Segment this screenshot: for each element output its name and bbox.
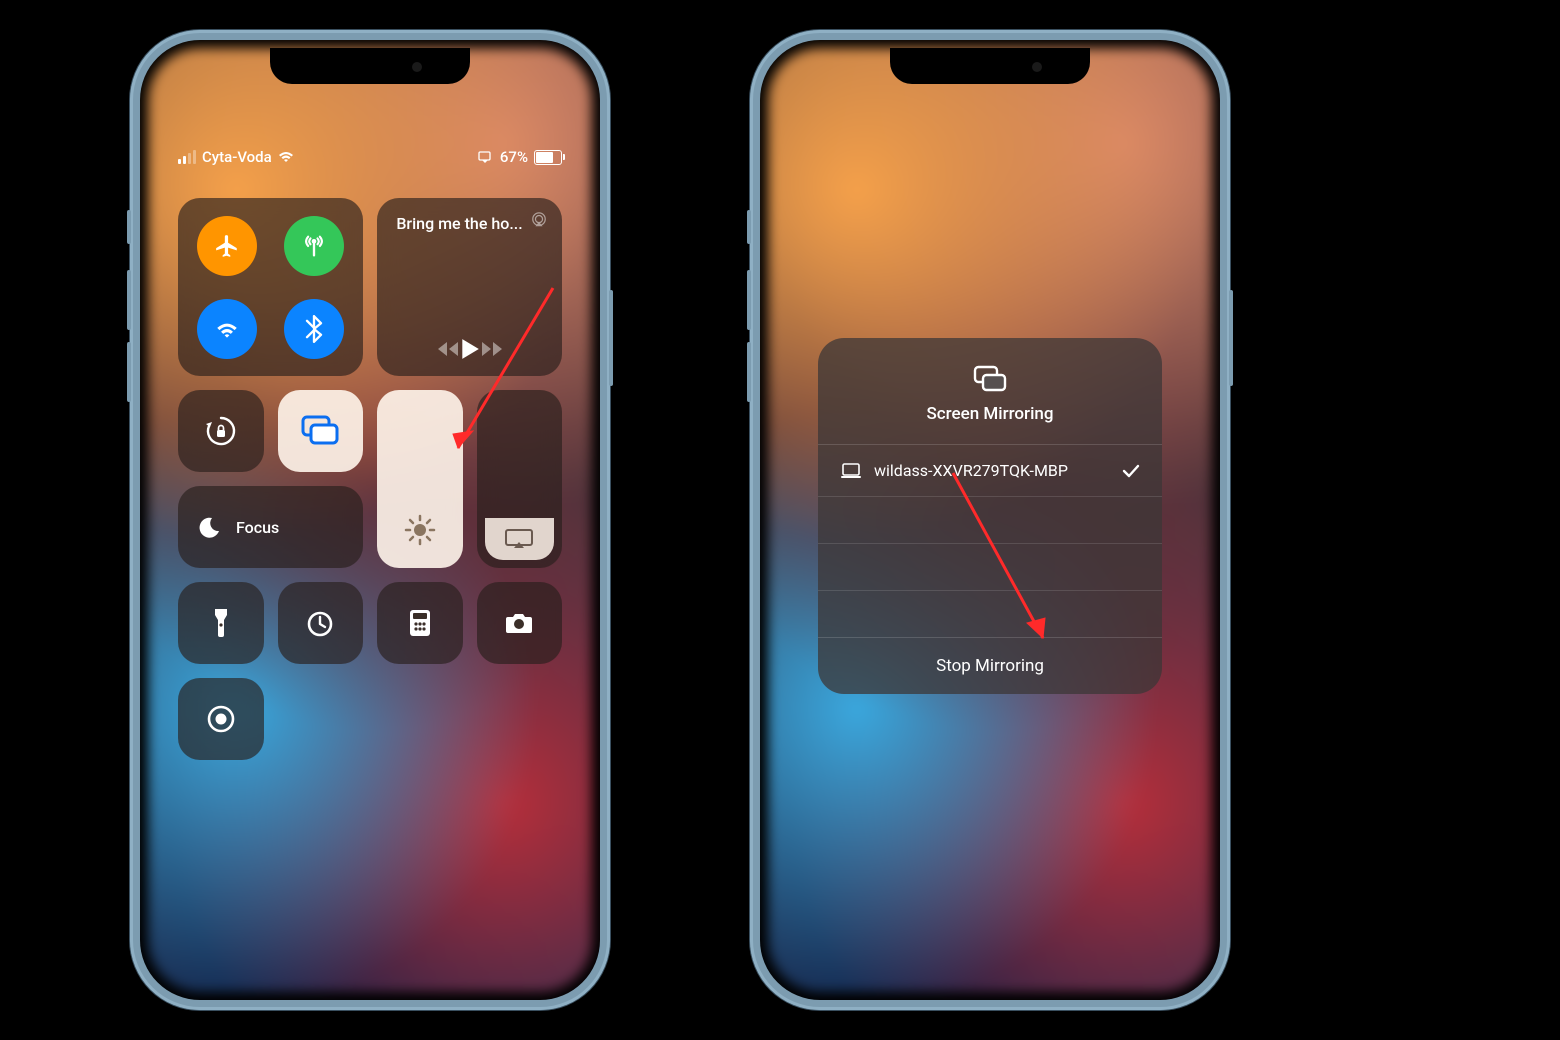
power-button xyxy=(609,290,613,386)
lock-rotation-icon xyxy=(204,414,238,448)
volume-up xyxy=(747,270,751,330)
screen-mirror-status-icon xyxy=(478,151,494,163)
play-button[interactable] xyxy=(460,338,480,360)
media-tile[interactable]: Bring me the ho... xyxy=(377,198,562,376)
battery-pct: 67% xyxy=(500,148,528,166)
mirror-device-row[interactable]: wildass-XXVR279TQK-MBP xyxy=(818,444,1162,496)
screen-mirroring-tile[interactable] xyxy=(278,390,364,472)
camera-icon xyxy=(504,611,534,635)
calculator-icon xyxy=(408,608,432,638)
mirror-empty-row xyxy=(818,496,1162,543)
airplay-icon xyxy=(530,212,548,228)
airplay-video-icon xyxy=(504,528,534,550)
timer-icon xyxy=(305,608,335,638)
volume-down xyxy=(747,342,751,402)
mirror-empty-row xyxy=(818,590,1162,637)
screen-mirroring-panel: Screen Mirroring wildass-XXVR279TQK-MBP … xyxy=(818,338,1162,694)
brightness-slider[interactable] xyxy=(377,390,463,568)
battery-icon xyxy=(534,150,562,165)
timer-tile[interactable] xyxy=(278,582,364,664)
cellular-toggle[interactable] xyxy=(284,216,344,276)
volume-down xyxy=(127,342,131,402)
volume-slider[interactable] xyxy=(477,390,563,568)
flashlight-tile[interactable] xyxy=(178,582,264,664)
screen-mirroring-icon xyxy=(970,364,1010,394)
mirror-empty-row xyxy=(818,543,1162,590)
notch xyxy=(890,48,1090,84)
bluetooth-toggle[interactable] xyxy=(284,299,344,359)
flashlight-icon xyxy=(212,607,230,639)
phone-right: Screen Mirroring wildass-XXVR279TQK-MBP … xyxy=(750,30,1230,1010)
calculator-tile[interactable] xyxy=(377,582,463,664)
notch xyxy=(270,48,470,84)
mute-switch xyxy=(127,210,131,244)
stop-mirroring-label: Stop Mirroring xyxy=(936,656,1044,676)
focus-label: Focus xyxy=(236,518,279,537)
mirror-panel-title: Screen Mirroring xyxy=(926,404,1053,424)
mirror-device-name: wildass-XXVR279TQK-MBP xyxy=(874,461,1068,480)
airplane-toggle[interactable] xyxy=(197,216,257,276)
airplane-icon xyxy=(214,233,240,259)
volume-up xyxy=(127,270,131,330)
stop-mirroring-button[interactable]: Stop Mirroring xyxy=(818,637,1162,694)
brightness-icon xyxy=(404,514,436,546)
carrier-label: Cyta-Voda xyxy=(202,148,272,166)
record-icon xyxy=(206,704,236,734)
wifi-icon xyxy=(214,316,240,342)
control-center: Bring me the ho... xyxy=(178,198,562,760)
orientation-lock-tile[interactable] xyxy=(178,390,264,472)
phone-left: Cyta-Voda 67% xyxy=(130,30,610,1010)
antenna-icon xyxy=(300,232,328,260)
bluetooth-icon xyxy=(303,315,325,343)
checkmark-icon xyxy=(1122,464,1140,478)
moon-icon xyxy=(198,515,222,539)
signal-icon xyxy=(178,150,196,164)
power-button xyxy=(1229,290,1233,386)
prev-button[interactable] xyxy=(436,340,460,358)
screen-record-tile[interactable] xyxy=(178,678,264,760)
screen-mirroring-icon xyxy=(299,414,341,448)
focus-tile[interactable]: Focus xyxy=(178,486,363,568)
camera-tile[interactable] xyxy=(477,582,563,664)
next-button[interactable] xyxy=(480,340,504,358)
media-title: Bring me the ho... xyxy=(396,214,542,233)
connectivity-tile[interactable] xyxy=(178,198,363,376)
status-bar: Cyta-Voda 67% xyxy=(178,148,562,166)
mute-switch xyxy=(747,210,751,244)
mirror-panel-header: Screen Mirroring xyxy=(818,338,1162,444)
laptop-icon xyxy=(840,463,862,479)
wifi-icon xyxy=(278,151,294,163)
wifi-toggle[interactable] xyxy=(197,299,257,359)
